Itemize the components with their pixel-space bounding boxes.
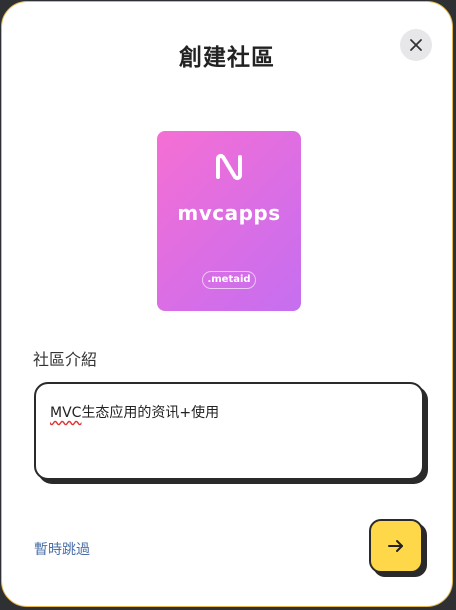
skip-link[interactable]: 暫時跳過	[34, 539, 90, 559]
close-button[interactable]	[400, 29, 432, 61]
intro-label: 社區介紹	[33, 350, 98, 369]
cover-tag: .metaid	[202, 271, 256, 289]
cover-name: mvcapps	[177, 201, 281, 225]
arrow-right-icon	[388, 540, 403, 552]
intro-value: MVC生态应用的资讯+使用	[50, 402, 219, 422]
intro-textarea[interactable]	[34, 382, 424, 480]
intro-value-rest: 生态应用的资讯+使用	[81, 405, 220, 421]
intro-value-prefix: MVC	[50, 405, 82, 421]
intro-textarea-wrap: MVC生态应用的资讯+使用	[34, 382, 428, 484]
create-community-dialog: 創建社區 mvcapps .metaid 社區介紹 MVC生态应用的资讯+使用 …	[1, 1, 453, 607]
mvc-logo-icon	[216, 153, 242, 181]
next-button-wrap	[369, 519, 431, 579]
next-button[interactable]	[369, 519, 423, 573]
community-cover[interactable]: mvcapps .metaid	[157, 131, 301, 311]
dialog-title: 創建社區	[179, 45, 275, 71]
close-icon	[410, 39, 422, 51]
